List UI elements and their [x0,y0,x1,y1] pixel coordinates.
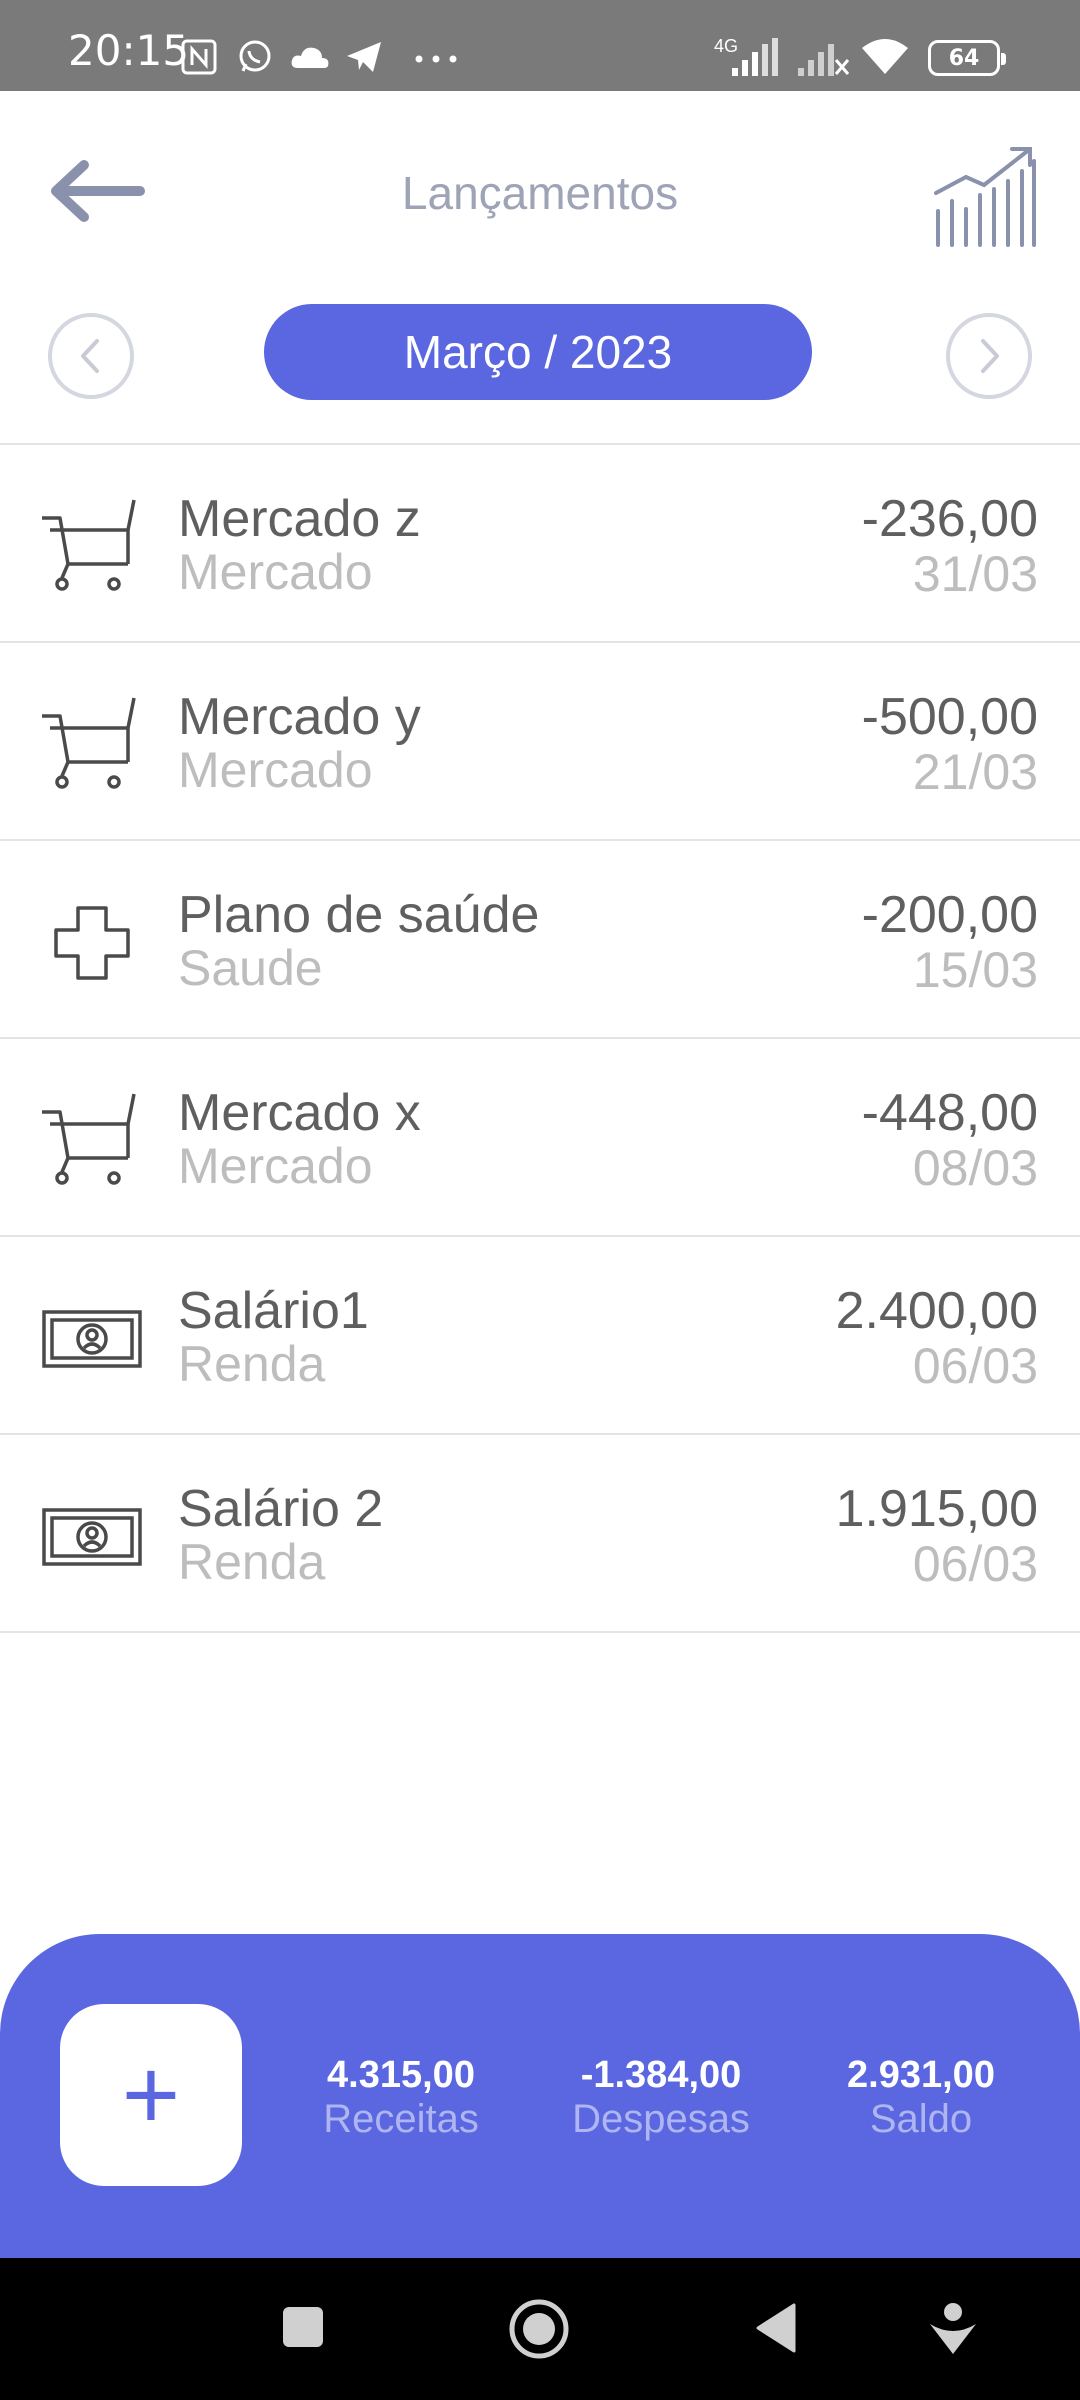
previous-month-button[interactable] [48,313,134,399]
transaction-name: Mercado y [178,688,421,746]
transaction-name: Salário1 [178,1282,369,1340]
month-selector: Março / 2023 [0,291,1080,443]
transaction-name: Salário 2 [178,1480,384,1538]
system-nav-bar [0,2258,1080,2400]
transaction-date: 06/03 [912,1536,1038,1592]
transaction-name: Plano de saúde [178,886,540,944]
back-triangle-icon[interactable] [754,2302,798,2354]
banknote-icon [42,1310,142,1368]
expense-value: -1.384,00 [580,2054,742,2096]
status-bar: 20:15 4G 64 [0,0,1080,91]
assistant-icon[interactable] [928,2298,978,2358]
transaction-category: Saude [178,940,323,996]
transaction-date: 06/03 [912,1338,1038,1394]
balance-summary: 2.931,00 Saldo [801,2054,1041,2142]
banknote-icon [42,1508,142,1566]
battery-icon: 64 [928,40,1006,76]
transaction-amount: -448,00 [861,1084,1038,1142]
transaction-date: 31/03 [912,546,1038,602]
current-month-button[interactable]: Março / 2023 [264,304,812,400]
chevron-left-icon [81,339,99,373]
transaction-category: Mercado [178,544,373,600]
income-summary: 4.315,00 Receitas [281,2054,521,2142]
transaction-category: Mercado [178,742,373,798]
health-cross-icon [54,906,130,980]
income-value: 4.315,00 [327,2054,475,2096]
signal-off-icon [798,44,850,76]
transaction-category: Renda [178,1336,326,1392]
wifi-icon [862,39,908,74]
home-circle-icon[interactable] [508,2298,570,2360]
app-header: Lançamentos [0,91,1080,291]
plus-icon: + [121,2039,181,2151]
cart-icon [42,1093,136,1185]
transaction-row[interactable]: Salário 2 Renda 1.915,00 06/03 [0,1435,1080,1633]
balance-value: 2.931,00 [847,2054,995,2096]
summary-panel: + 4.315,00 Receitas -1.384,00 Despesas 2… [0,1934,1080,2258]
expense-summary: -1.384,00 Despesas [541,2054,781,2142]
status-time: 20:15 [68,26,190,75]
add-transaction-button[interactable]: + [60,2004,242,2186]
transaction-amount: 2.400,00 [835,1282,1038,1340]
transaction-row[interactable]: Mercado x Mercado -448,00 08/03 [0,1039,1080,1237]
recents-square-icon[interactable] [280,2304,326,2350]
transaction-list: Mercado z Mercado -236,00 31/03 Mercado … [0,445,1080,1633]
chart-button[interactable] [930,141,1040,251]
transaction-row[interactable]: Mercado y Mercado -500,00 21/03 [0,643,1080,841]
transaction-row[interactable]: Plano de saúde Saude -200,00 15/03 [0,841,1080,1039]
telegram-icon [347,42,381,72]
transaction-name: Mercado x [178,1084,421,1142]
transaction-amount: 1.915,00 [835,1480,1038,1538]
nfc-icon [181,39,217,75]
transaction-amount: -500,00 [861,688,1038,746]
cart-icon [42,697,136,789]
whatsapp-icon [239,40,271,72]
more-dots-icon [415,55,457,63]
transaction-date: 08/03 [912,1140,1038,1196]
transaction-category: Renda [178,1534,326,1590]
income-label: Receitas [323,2097,479,2141]
transaction-date: 21/03 [912,744,1038,800]
cart-icon [42,499,136,591]
transaction-category: Mercado [178,1138,373,1194]
transaction-row[interactable]: Salário1 Renda 2.400,00 06/03 [0,1237,1080,1435]
trend-chart-icon [934,147,1036,247]
chevron-right-icon [981,339,999,373]
transaction-amount: -200,00 [861,886,1038,944]
transaction-date: 15/03 [912,942,1038,998]
signal-icon [732,38,778,76]
expense-label: Despesas [572,2097,750,2141]
page-title: Lançamentos [401,167,679,219]
battery-level: 64 [948,45,980,71]
cloud-icon [291,47,329,68]
transaction-name: Mercado z [178,490,421,548]
next-month-button[interactable] [946,313,1032,399]
balance-label: Saldo [869,2097,973,2141]
transaction-row[interactable]: Mercado z Mercado -236,00 31/03 [0,445,1080,643]
transaction-amount: -236,00 [861,490,1038,548]
